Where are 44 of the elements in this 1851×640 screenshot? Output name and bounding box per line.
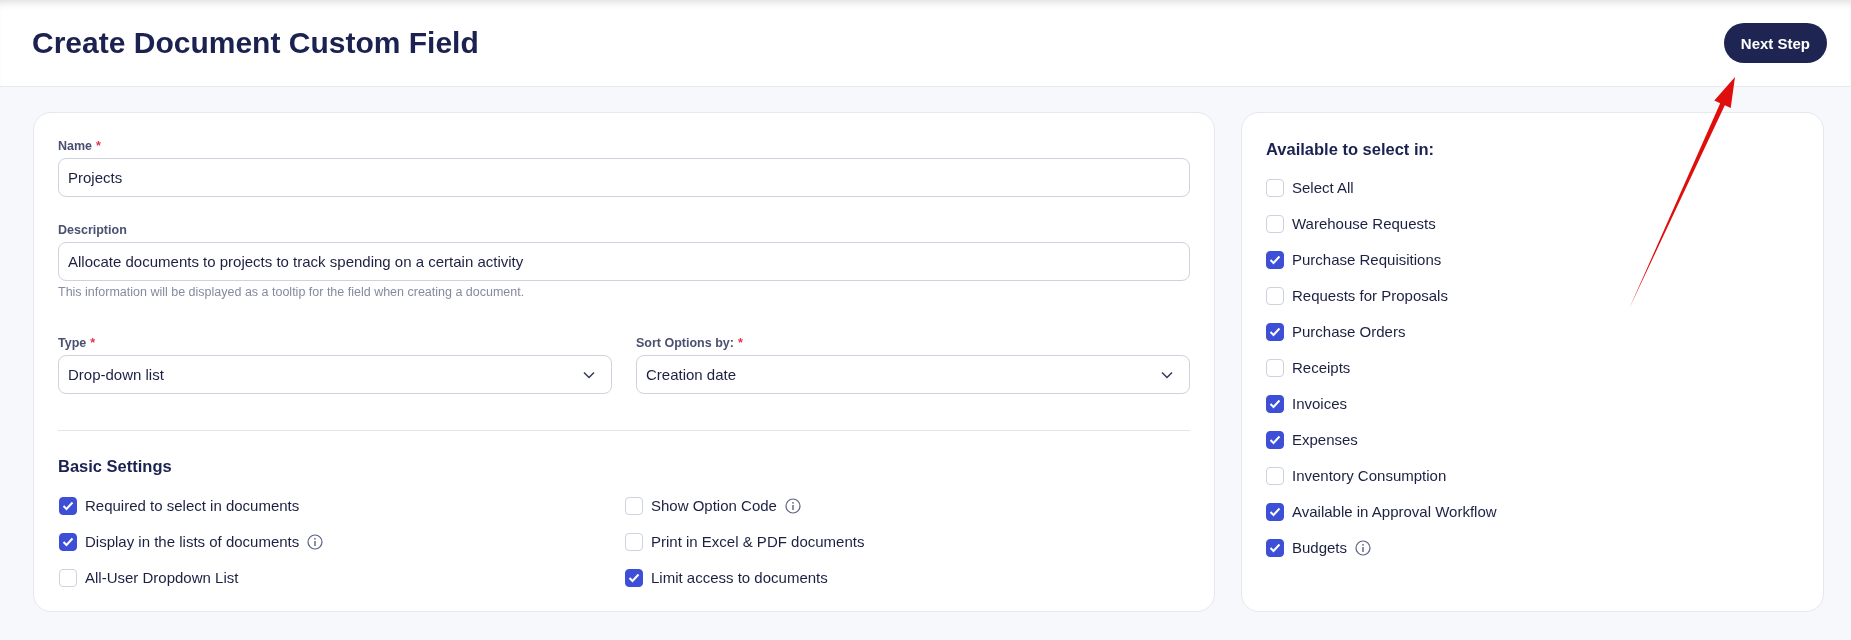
- checkbox-label: Show Option Code: [651, 497, 777, 514]
- field-label: Description: [58, 223, 127, 237]
- field-hint: This information will be displayed as a tooltip for the field when creating a document.: [58, 285, 526, 299]
- checkbox-label: Expenses: [1292, 431, 1358, 448]
- checkbox[interactable]: [1266, 250, 1284, 269]
- required-asterisk: *: [96, 139, 101, 153]
- checkbox-label: Receipts: [1292, 359, 1351, 376]
- checkbox[interactable]: [1266, 430, 1284, 449]
- chevron-down-icon: [1161, 370, 1173, 379]
- checkbox-label: All-User Dropdown List: [85, 569, 239, 586]
- required-asterisk: *: [737, 336, 743, 350]
- section-title: Basic Settings: [58, 457, 173, 476]
- page-title: Create Document Custom Field: [32, 26, 479, 60]
- field-label: Type: [58, 336, 87, 350]
- section-title: Available to select in:: [1266, 140, 1436, 159]
- checkbox-label: Inventory Consumption: [1292, 467, 1447, 484]
- name-input[interactable]: Projects: [58, 158, 1190, 197]
- checkbox-label: Invoices: [1292, 395, 1348, 412]
- field-label: Name: [58, 139, 93, 153]
- checkbox-label: Purchase Requisitions: [1292, 251, 1442, 268]
- checkbox[interactable]: [1266, 322, 1284, 341]
- checkbox-label: Limit access to documents: [651, 569, 828, 586]
- checkbox-label: Display in the lists of documents: [85, 533, 300, 550]
- checkbox[interactable]: [59, 496, 77, 515]
- checkbox-label: Budgets: [1292, 539, 1348, 556]
- dropdown-select[interactable]: Creation date: [636, 355, 1190, 394]
- checkbox[interactable]: [1266, 502, 1284, 521]
- chevron-down-icon: [583, 370, 595, 379]
- checkbox[interactable]: [1266, 538, 1284, 557]
- checkbox-label: Select All: [1292, 179, 1354, 196]
- checkbox-label: Required to select in documents: [85, 497, 300, 514]
- checkbox-label: Available in Approval Workflow: [1292, 503, 1497, 520]
- checkbox-label: Print in Excel & PDF documents: [651, 533, 865, 550]
- checkbox-label: Warehouse Requests: [1292, 215, 1436, 232]
- checkbox-label: Requests for Proposals: [1292, 287, 1448, 304]
- checkbox[interactable]: [59, 532, 77, 551]
- next-step-button[interactable]: Next Step: [1723, 23, 1827, 63]
- required-asterisk: *: [90, 336, 96, 350]
- checkbox-label: Purchase Orders: [1292, 323, 1406, 340]
- checkbox[interactable]: [625, 568, 643, 587]
- checkbox[interactable]: [1266, 394, 1284, 413]
- description-input[interactable]: Allocate documents to projects to track spending on a certain activity: [58, 242, 1190, 281]
- dropdown-select[interactable]: Drop-down list: [58, 355, 612, 394]
- field-label: Sort Options by:: [636, 336, 734, 350]
